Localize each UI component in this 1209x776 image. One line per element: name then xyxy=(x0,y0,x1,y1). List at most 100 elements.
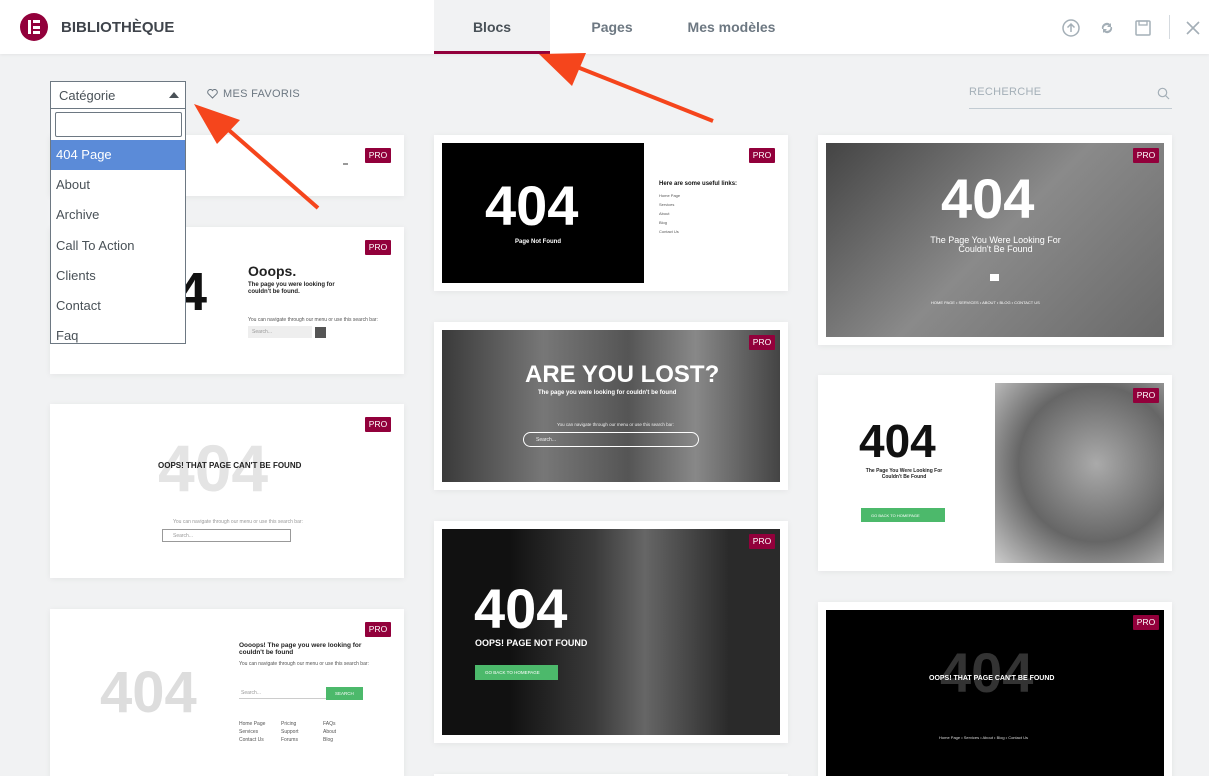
pro-badge: PRO xyxy=(365,622,391,637)
preview-404-number: 404 xyxy=(940,641,1034,704)
category-search-input[interactable] xyxy=(55,112,182,137)
template-card[interactable]: 404 Oooops! The page you were looking fo… xyxy=(50,609,404,776)
preview-image xyxy=(442,330,780,482)
category-option-contact[interactable]: Contact xyxy=(51,291,185,321)
preview-404-number: 404 xyxy=(485,174,579,237)
elementor-logo xyxy=(20,13,48,41)
pro-badge: PRO xyxy=(749,534,775,549)
preview-small-text: You can navigate through our menu or use… xyxy=(239,661,369,667)
menu-icon xyxy=(343,163,348,165)
preview-button: GO BACK TO HOMEPAGE xyxy=(861,508,945,522)
preview-link: Blog xyxy=(323,737,334,743)
caret-up-icon xyxy=(169,92,179,98)
category-option-call-to-action[interactable]: Call To Action xyxy=(51,231,185,261)
preview-link: Blog xyxy=(659,220,668,225)
preview-title: OOPS! THAT PAGE CAN'T BE FOUND xyxy=(929,675,1055,682)
preview-button-label: SEARCH xyxy=(335,691,354,696)
category-select[interactable]: Catégorie xyxy=(50,81,186,109)
save-icon[interactable] xyxy=(1133,18,1153,38)
preview-search-placeholder: Search... xyxy=(536,437,557,443)
preview-subtitle: The page you were looking for couldn't b… xyxy=(538,390,677,396)
preview-search: Search... xyxy=(523,432,699,447)
preview-title: ARE YOU LOST? xyxy=(525,361,720,388)
preview-title: The Page You Were Looking For Couldn't B… xyxy=(930,235,1061,254)
preview-image xyxy=(995,383,1164,563)
sync-icon[interactable] xyxy=(1097,18,1117,38)
header-divider xyxy=(1169,15,1170,39)
preview-nav: Home Page • Services • About • Blog • Co… xyxy=(939,735,1028,740)
library-title: BIBLIOTHÈQUE xyxy=(61,19,175,36)
pro-badge: PRO xyxy=(749,148,775,163)
preview-link: Services xyxy=(239,729,259,735)
favorites-filter[interactable]: MES FAVORIS xyxy=(207,88,300,100)
preview-search-button xyxy=(315,327,326,338)
preview-button: GO BACK TO HOMEPAGE xyxy=(475,665,558,680)
template-card[interactable]: ARE YOU LOST? The page you were looking … xyxy=(434,322,788,490)
preview-subtitle: The page you were looking for couldn't b… xyxy=(248,282,335,295)
preview-link: Home Page xyxy=(659,193,681,198)
category-option-about[interactable]: About xyxy=(51,170,185,200)
preview-search-button: SEARCH xyxy=(326,687,363,700)
search-field[interactable]: RECHERCHE xyxy=(969,86,1172,109)
preview-search-placeholder: Search... xyxy=(173,533,194,539)
preview-button-label: GO BACK TO HOMEPAGE xyxy=(871,513,920,518)
preview-link: FAQs xyxy=(323,721,336,727)
preview-search: Search... xyxy=(248,326,312,338)
template-card[interactable]: 404 OOPS! THAT PAGE CAN'T BE FOUND You c… xyxy=(50,404,404,578)
library-header: BIBLIOTHÈQUE Blocs Pages Mes modèles xyxy=(0,0,1209,54)
close-icon[interactable] xyxy=(1183,18,1203,38)
pro-badge: PRO xyxy=(1133,615,1159,630)
template-card[interactable]: 404 The Page You Were Looking For Couldn… xyxy=(818,135,1172,345)
preview-subtitle: Page Not Found xyxy=(515,239,561,245)
tab-blocks[interactable]: Blocs xyxy=(434,0,550,54)
preview-404-number: 404 xyxy=(474,577,568,640)
preview-search-placeholder: Search... xyxy=(252,329,273,335)
pro-badge: PRO xyxy=(749,335,775,350)
category-option-faq[interactable]: Faq xyxy=(51,321,185,343)
preview-small-text: You can navigate through our menu or use… xyxy=(557,422,674,427)
folder-icon xyxy=(990,274,999,281)
preview-small-text: You can navigate through our menu or use… xyxy=(173,519,303,525)
category-select-label: Catégorie xyxy=(59,88,116,103)
preview-title: OOPS! THAT PAGE CAN'T BE FOUND xyxy=(158,461,302,470)
arrowhead-icon xyxy=(539,53,586,86)
pro-badge: PRO xyxy=(365,148,391,163)
preview-title: OOPS! PAGE NOT FOUND xyxy=(475,638,588,648)
tab-pages[interactable]: Pages xyxy=(568,0,656,54)
preview-nav: HOME PAGE • SERVICES • ABOUT • BLOG • CO… xyxy=(931,300,1040,305)
template-card[interactable]: 404 OOPS! PAGE NOT FOUND GO BACK TO HOME… xyxy=(434,521,788,743)
upload-icon[interactable] xyxy=(1061,18,1081,38)
preview-link: Pricing xyxy=(281,721,297,727)
template-card[interactable]: 404 The Page You Were Looking For Couldn… xyxy=(818,375,1172,571)
preview-404-number: 404 xyxy=(100,660,197,725)
preview-link: About xyxy=(659,211,670,216)
favorites-label: MES FAVORIS xyxy=(223,88,301,100)
preview-404-number: 404 xyxy=(859,415,936,467)
pro-badge: PRO xyxy=(365,240,391,255)
category-option-404-page[interactable]: 404 Page xyxy=(51,140,185,171)
preview-search: Search... xyxy=(239,688,326,699)
template-card[interactable]: 404 OOPS! THAT PAGE CAN'T BE FOUND Home … xyxy=(818,602,1172,776)
preview-link: Support xyxy=(281,729,299,735)
category-option-archive[interactable]: Archive xyxy=(51,200,185,230)
search-icon xyxy=(1157,87,1170,100)
pro-badge: PRO xyxy=(1133,148,1159,163)
preview-links-title: Here are some useful links: xyxy=(659,181,738,187)
preview-title: The Page You Were Looking For Couldn't B… xyxy=(865,468,943,480)
pro-badge: PRO xyxy=(1133,388,1159,403)
template-card[interactable]: 404 Page Not Found Here are some useful … xyxy=(434,135,788,291)
preview-link: Contact Us xyxy=(659,229,679,234)
preview-link: Forums xyxy=(281,737,298,743)
preview-link: Services xyxy=(659,202,675,207)
search-placeholder: RECHERCHE xyxy=(969,86,1042,98)
preview-link: About xyxy=(323,729,337,735)
preview-title: Ooops. xyxy=(248,263,297,279)
preview-small-text: You can navigate through our menu or use… xyxy=(248,317,378,323)
pro-badge: PRO xyxy=(365,417,391,432)
category-dropdown: 404 Page About Archive Call To Action Cl… xyxy=(50,108,186,344)
heart-icon xyxy=(207,89,218,99)
tab-my-templates[interactable]: Mes modèles xyxy=(674,0,789,54)
preview-search-placeholder: Search... xyxy=(241,690,262,696)
preview-link: Home Page xyxy=(239,721,266,727)
category-option-clients[interactable]: Clients xyxy=(51,261,185,291)
